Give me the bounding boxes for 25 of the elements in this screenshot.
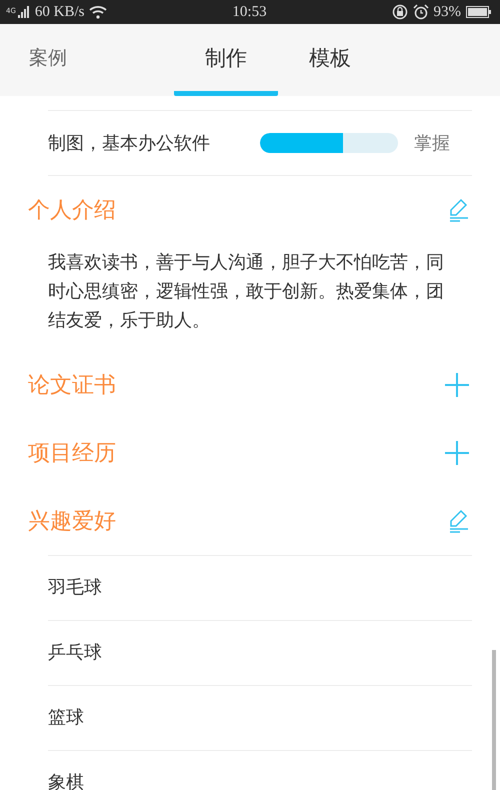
battery-percent: 93% bbox=[434, 4, 461, 20]
tab[interactable]: 模板 bbox=[296, 24, 364, 96]
network-speed: 60 KB/s bbox=[34, 4, 84, 20]
section-title: 论文证书 bbox=[28, 372, 116, 400]
plus-icon[interactable] bbox=[444, 440, 470, 466]
plus-icon[interactable] bbox=[444, 372, 470, 398]
signal-icon bbox=[18, 6, 30, 18]
tab[interactable]: 案例 bbox=[28, 24, 68, 96]
section-title: 项目经历 bbox=[28, 440, 116, 468]
section-title: 个人介绍 bbox=[28, 197, 116, 225]
clock-time: 10:53 bbox=[232, 4, 267, 20]
edit-icon[interactable] bbox=[448, 198, 470, 222]
wifi-icon bbox=[89, 5, 108, 19]
hobby-item[interactable]: 乒乓球 bbox=[0, 621, 500, 685]
intro-text: 我喜欢读书，善于与人沟通，胆子大不怕吃苦，同时心思缜密，逻辑性强，敢于创新。热爱集体，团结友爱，乐于助人。 bbox=[48, 251, 445, 333]
alarm-icon bbox=[412, 4, 428, 20]
battery-icon bbox=[466, 6, 492, 18]
tab[interactable]: 制作 bbox=[174, 24, 278, 96]
skill-grade: 掌握 bbox=[414, 132, 450, 155]
hobby-item[interactable]: 羽毛球 bbox=[0, 556, 500, 620]
skill-name: 制图，基本办公软件 bbox=[48, 132, 211, 155]
edit-icon[interactable] bbox=[448, 509, 470, 533]
section-title: 兴趣爱好 bbox=[28, 508, 116, 536]
lock-icon bbox=[392, 4, 408, 20]
hobby-item[interactable]: 篮球 bbox=[0, 686, 500, 750]
